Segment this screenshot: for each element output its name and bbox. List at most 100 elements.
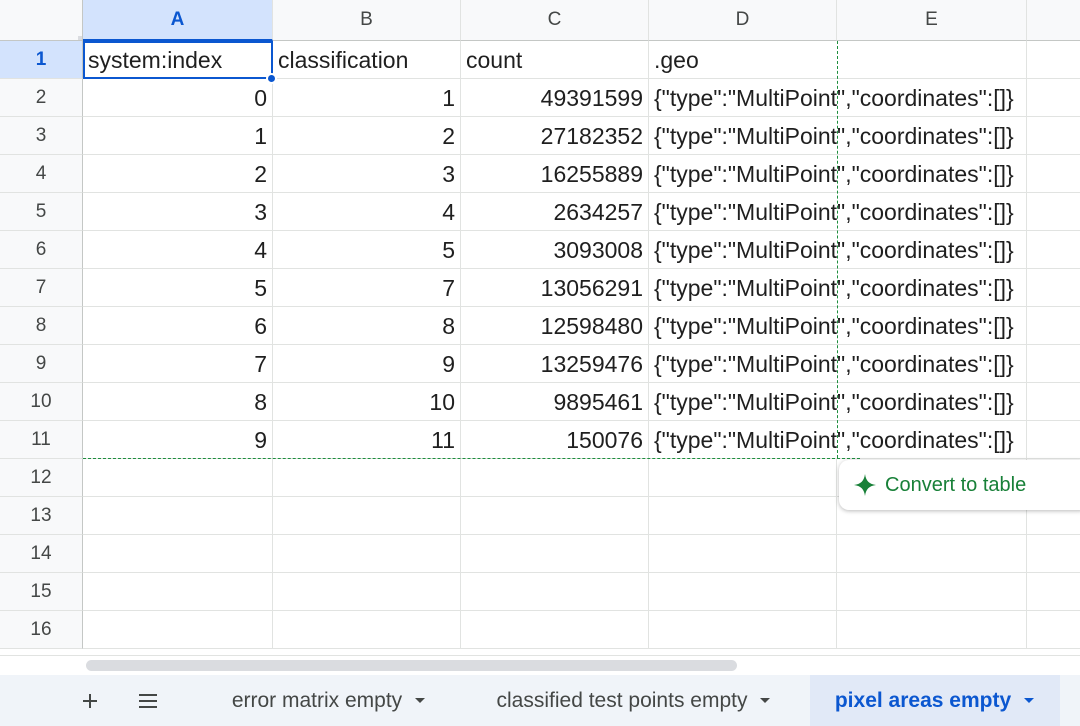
cell-F14[interactable] [1027, 535, 1080, 573]
cell-D7[interactable]: {"type":"MultiPoint","coordinates":[]} [649, 269, 1014, 307]
cell-E1[interactable] [837, 41, 1027, 79]
cell-D11[interactable]: {"type":"MultiPoint","coordinates":[]} [649, 421, 1014, 459]
row-header-12[interactable]: 12 [0, 459, 83, 497]
cell-B15[interactable] [273, 573, 461, 611]
cell-D16[interactable] [649, 611, 837, 649]
sheet-tab-pixel-areas-empty[interactable]: pixel areas empty [810, 675, 1060, 726]
cell-C15[interactable] [461, 573, 649, 611]
cell-C10[interactable]: 9895461 [461, 383, 649, 421]
cell-B16[interactable] [273, 611, 461, 649]
cell-A11[interactable]: 9 [83, 421, 273, 459]
horizontal-scrollbar[interactable] [0, 655, 1080, 675]
cell-C12[interactable] [461, 459, 649, 497]
cell-E14[interactable] [837, 535, 1027, 573]
cell-F7[interactable] [1027, 269, 1080, 307]
cell-B14[interactable] [273, 535, 461, 573]
cell-D1[interactable]: .geo [649, 41, 837, 79]
cell-F15[interactable] [1027, 573, 1080, 611]
cell-F8[interactable] [1027, 307, 1080, 345]
sheet-tab-classified-test-points-empty[interactable]: classified test points empty [462, 675, 806, 726]
chevron-down-icon[interactable] [759, 697, 771, 705]
cell-C9[interactable]: 13259476 [461, 345, 649, 383]
cell-F6[interactable] [1027, 231, 1080, 269]
cell-A8[interactable]: 6 [83, 307, 273, 345]
cell-D4[interactable]: {"type":"MultiPoint","coordinates":[]} [649, 155, 1014, 193]
cell-C6[interactable]: 3093008 [461, 231, 649, 269]
row-header-4[interactable]: 4 [0, 155, 83, 193]
cell-D8[interactable]: {"type":"MultiPoint","coordinates":[]} [649, 307, 1014, 345]
cell-D10[interactable]: {"type":"MultiPoint","coordinates":[]} [649, 383, 1014, 421]
column-header-c[interactable]: C [461, 0, 649, 41]
cell-A15[interactable] [83, 573, 273, 611]
cell-A12[interactable] [83, 459, 273, 497]
cell-F3[interactable] [1027, 117, 1080, 155]
row-header-2[interactable]: 2 [0, 79, 83, 117]
cell-D6[interactable]: {"type":"MultiPoint","coordinates":[]} [649, 231, 1014, 269]
chevron-down-icon[interactable] [414, 697, 426, 705]
cell-E15[interactable] [837, 573, 1027, 611]
row-header-1[interactable]: 1 [0, 41, 83, 79]
cell-F1[interactable] [1027, 41, 1080, 79]
row-header-16[interactable]: 16 [0, 611, 83, 649]
row-header-13[interactable]: 13 [0, 497, 83, 535]
column-header-b[interactable]: B [273, 0, 461, 41]
cell-F9[interactable] [1027, 345, 1080, 383]
cell-F10[interactable] [1027, 383, 1080, 421]
cell-C7[interactable]: 13056291 [461, 269, 649, 307]
cell-E16[interactable] [837, 611, 1027, 649]
cell-D9[interactable]: {"type":"MultiPoint","coordinates":[]} [649, 345, 1014, 383]
cell-D5[interactable]: {"type":"MultiPoint","coordinates":[]} [649, 193, 1014, 231]
cell-A10[interactable]: 8 [83, 383, 273, 421]
add-sheet-button[interactable] [72, 683, 108, 719]
chevron-down-icon[interactable] [1023, 697, 1035, 705]
cell-C2[interactable]: 49391599 [461, 79, 649, 117]
scrollbar-thumb[interactable] [86, 660, 737, 671]
column-header-a[interactable]: A [83, 0, 273, 41]
row-header-11[interactable]: 11 [0, 421, 83, 459]
cell-B8[interactable]: 8 [273, 307, 461, 345]
cell-D15[interactable] [649, 573, 837, 611]
row-header-5[interactable]: 5 [0, 193, 83, 231]
cell-B13[interactable] [273, 497, 461, 535]
cell-B11[interactable]: 11 [273, 421, 461, 459]
cell-B3[interactable]: 2 [273, 117, 461, 155]
cell-D14[interactable] [649, 535, 837, 573]
row-header-6[interactable]: 6 [0, 231, 83, 269]
cell-B4[interactable]: 3 [273, 155, 461, 193]
cell-D2[interactable]: {"type":"MultiPoint","coordinates":[]} [649, 79, 1014, 117]
all-sheets-button[interactable] [130, 683, 166, 719]
cell-A3[interactable]: 1 [83, 117, 273, 155]
row-header-9[interactable]: 9 [0, 345, 83, 383]
column-header-e[interactable]: E [837, 0, 1027, 41]
cell-C4[interactable]: 16255889 [461, 155, 649, 193]
row-header-15[interactable]: 15 [0, 573, 83, 611]
cell-D3[interactable]: {"type":"MultiPoint","coordinates":[]} [649, 117, 1014, 155]
cell-C3[interactable]: 27182352 [461, 117, 649, 155]
cell-C16[interactable] [461, 611, 649, 649]
cell-A4[interactable]: 2 [83, 155, 273, 193]
cell-B9[interactable]: 9 [273, 345, 461, 383]
cell-A6[interactable]: 4 [83, 231, 273, 269]
row-header-8[interactable]: 8 [0, 307, 83, 345]
cell-A5[interactable]: 3 [83, 193, 273, 231]
cell-C1[interactable]: count [461, 41, 649, 79]
cell-B5[interactable]: 4 [273, 193, 461, 231]
cell-F5[interactable] [1027, 193, 1080, 231]
cell-C8[interactable]: 12598480 [461, 307, 649, 345]
cell-A14[interactable] [83, 535, 273, 573]
cell-C13[interactable] [461, 497, 649, 535]
row-header-3[interactable]: 3 [0, 117, 83, 155]
column-header-d[interactable]: D [649, 0, 837, 41]
cell-C5[interactable]: 2634257 [461, 193, 649, 231]
cell-C11[interactable]: 150076 [461, 421, 649, 459]
cell-B2[interactable]: 1 [273, 79, 461, 117]
fill-handle[interactable] [266, 73, 277, 84]
cell-A9[interactable]: 7 [83, 345, 273, 383]
cell-A2[interactable]: 0 [83, 79, 273, 117]
row-header-10[interactable]: 10 [0, 383, 83, 421]
cell-B1[interactable]: classification [273, 41, 461, 79]
cell-F4[interactable] [1027, 155, 1080, 193]
column-header-f[interactable] [1027, 0, 1080, 41]
cell-D13[interactable] [649, 497, 837, 535]
sheet-tab-error-matrix-empty[interactable]: error matrix empty [200, 675, 458, 726]
